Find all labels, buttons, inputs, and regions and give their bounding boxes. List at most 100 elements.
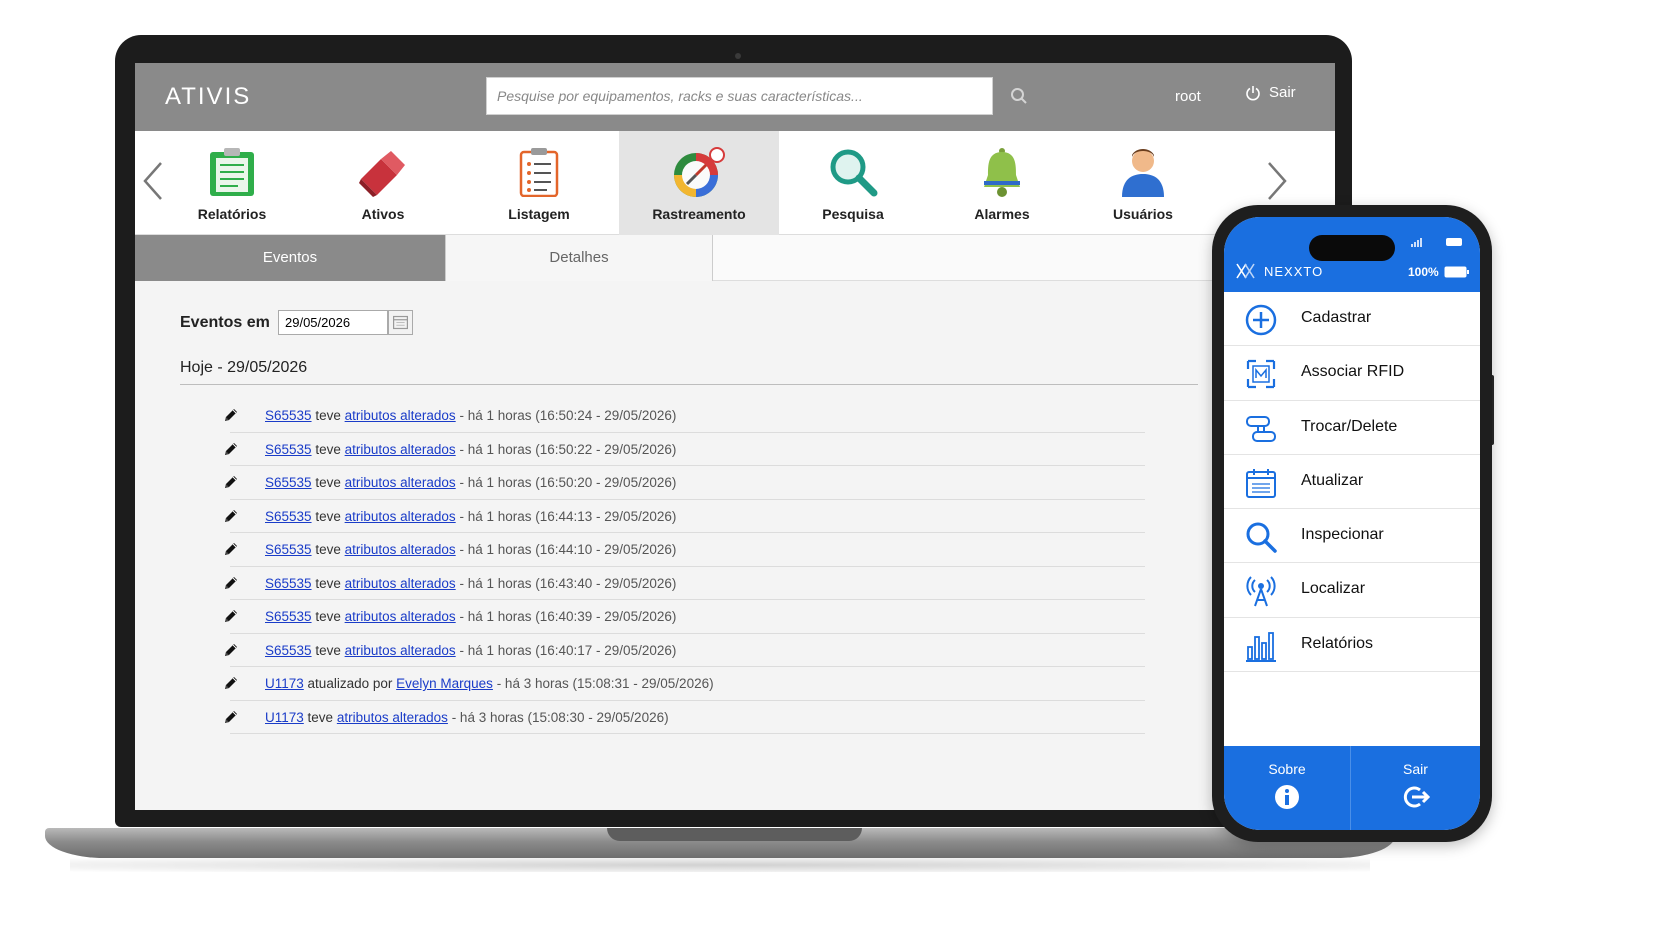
battery-percent: 100% <box>1408 265 1439 279</box>
phone-footer: Sobre Sair <box>1224 746 1480 830</box>
event-timestamp: - há 1 horas (16:44:13 - 29/05/2026) <box>459 508 677 524</box>
event-detail-link[interactable]: atributos alterados <box>337 710 448 725</box>
event-detail-link[interactable]: atributos alterados <box>345 609 456 624</box>
event-row: U1173 teve atributos alterados - há 3 ho… <box>225 701 1145 734</box>
tool-label: Ativos <box>361 206 405 222</box>
calendar-picker-icon[interactable] <box>388 310 413 335</box>
event-detail-link[interactable]: atributos alterados <box>345 576 456 591</box>
pencil-icon <box>225 710 237 723</box>
antenna-icon <box>1246 576 1276 607</box>
asset-link[interactable]: S65535 <box>265 576 312 591</box>
nexxto-logo-icon <box>1236 263 1255 279</box>
menu-item-label: Relatórios <box>1301 634 1374 652</box>
tool-usuarios[interactable]: Usuários <box>1063 131 1223 235</box>
logout-button[interactable]: Sair <box>1245 84 1296 101</box>
bar-chart-icon <box>1246 631 1276 662</box>
day-heading: Hoje - 29/05/2026 <box>180 359 308 376</box>
event-row: S65535 teve atributos alterados - há 1 h… <box>225 634 1145 667</box>
menu-item-cadastrar[interactable]: Cadastrar <box>1224 292 1480 347</box>
event-timestamp: - há 3 horas (15:08:31 - 29/05/2026) <box>496 676 714 691</box>
exit-icon <box>1403 786 1430 808</box>
laptop-shadow <box>70 858 1370 872</box>
app-header: ATIVIS Pesquise por equipamentos, racks … <box>135 63 1335 131</box>
tool-listagem[interactable]: Listagem <box>459 131 619 235</box>
phone-frame: NEXXTO 100% Cadastrar Associar RFID Troc… <box>1212 205 1492 842</box>
tool-label: Pesquisa <box>822 206 884 222</box>
pencil-icon <box>225 643 237 656</box>
pencil-icon <box>225 409 237 421</box>
event-detail-link[interactable]: atributos alterados <box>345 643 456 658</box>
asset-link[interactable]: S65535 <box>265 643 312 658</box>
menu-item-associar-rfid[interactable]: Associar RFID <box>1224 346 1480 401</box>
pencil-icon <box>225 576 237 589</box>
phone-screen: NEXXTO 100% Cadastrar Associar RFID Troc… <box>1224 217 1480 830</box>
menu-item-trocar-delete[interactable]: Trocar/Delete <box>1224 401 1480 455</box>
search-icon[interactable] <box>1010 87 1028 105</box>
asset-link[interactable]: S65535 <box>265 509 312 524</box>
menu-item-label: Localizar <box>1301 580 1366 598</box>
menu-item-relatorios[interactable]: Relatórios <box>1224 618 1480 673</box>
event-row: S65535 teve atributos alterados - há 1 h… <box>225 567 1145 600</box>
tool-alarmes[interactable]: Alarmes <box>922 131 1082 235</box>
current-user[interactable]: root <box>1175 88 1201 105</box>
event-text: U1173 teve atributos alterados - há 3 ho… <box>265 710 669 725</box>
menu-item-localizar[interactable]: Localizar <box>1224 563 1480 618</box>
chevron-right-icon[interactable] <box>1263 159 1289 203</box>
tool-label: Alarmes <box>974 206 1030 222</box>
tool-rastreamento[interactable]: Rastreamento <box>619 131 779 235</box>
tab-detalhes[interactable]: Detalhes <box>445 235 713 281</box>
asset-link[interactable]: U1173 <box>265 710 304 725</box>
pencil-icon <box>225 677 237 689</box>
menu-item-atualizar[interactable]: Atualizar <box>1224 455 1480 510</box>
event-verb: atualizado por <box>307 676 393 691</box>
asset-link[interactable]: S65535 <box>265 542 312 557</box>
event-row: S65535 teve atributos alterados - há 1 h… <box>225 533 1145 567</box>
event-detail-link[interactable]: atributos alterados <box>345 408 456 423</box>
pencil-icon <box>225 509 237 522</box>
menu-item-label: Trocar/Delete <box>1301 417 1398 435</box>
laptop-notch <box>607 828 862 841</box>
tool-label: Relatórios <box>197 206 267 222</box>
tool-relatorios[interactable]: Relatórios <box>152 131 312 235</box>
about-label: Sobre <box>1268 761 1306 777</box>
event-detail-link[interactable]: Evelyn Marques <box>396 676 493 691</box>
menu-item-inspecionar[interactable]: Inspecionar <box>1224 509 1480 564</box>
event-detail-link[interactable]: atributos alterados <box>345 509 456 524</box>
usb-stick-icon <box>359 151 405 197</box>
asset-link[interactable]: S65535 <box>265 408 312 423</box>
asset-link[interactable]: S65535 <box>265 475 312 490</box>
rfid-tag-icon <box>1246 360 1276 389</box>
dynamic-island <box>1309 235 1395 261</box>
asset-link[interactable]: S65535 <box>265 442 312 457</box>
search-input[interactable]: Pesquise por equipamentos, racks e suas … <box>486 77 993 115</box>
search-icon <box>1246 522 1277 553</box>
event-timestamp: - há 1 horas (16:50:24 - 29/05/2026) <box>459 408 677 423</box>
device-mockup: ATIVIS Pesquise por equipamentos, racks … <box>0 0 1672 941</box>
event-detail-link[interactable]: atributos alterados <box>345 542 456 557</box>
event-text: S65535 teve atributos alterados - há 1 h… <box>265 509 676 524</box>
events-panel: Eventos em 29/05/2026 Hoje - 29/05/2026 … <box>135 281 1335 810</box>
event-timestamp: - há 1 horas (16:40:17 - 29/05/2026) <box>459 642 677 658</box>
event-detail-link[interactable]: atributos alterados <box>345 475 456 490</box>
menu-item-label: Associar RFID <box>1301 363 1405 381</box>
magnifier-icon <box>830 149 878 197</box>
event-row: S65535 teve atributos alterados - há 1 h… <box>225 466 1145 500</box>
menu-item-label: Cadastrar <box>1301 309 1372 326</box>
event-list: S65535 teve atributos alterados - há 1 h… <box>225 399 1145 734</box>
event-text: S65535 teve atributos alterados - há 1 h… <box>265 643 676 658</box>
about-button[interactable]: Sobre <box>1224 746 1351 830</box>
event-timestamp: - há 1 horas (16:44:10 - 29/05/2026) <box>459 542 677 557</box>
pencil-icon <box>225 543 237 555</box>
bell-icon <box>984 148 1020 197</box>
exit-button[interactable]: Sair <box>1352 746 1479 830</box>
event-text: S65535 teve atributos alterados - há 1 h… <box>265 576 676 591</box>
tool-ativos[interactable]: Ativos <box>303 131 463 235</box>
event-verb: teve <box>315 542 341 557</box>
event-detail-link[interactable]: atributos alterados <box>345 442 456 457</box>
asset-link[interactable]: S65535 <box>265 609 312 624</box>
asset-link[interactable]: U1173 <box>265 676 304 691</box>
date-field[interactable]: 29/05/2026 <box>278 310 388 335</box>
tab-eventos[interactable]: Eventos <box>135 235 445 281</box>
calendar-icon <box>1246 468 1276 498</box>
tool-pesquisa[interactable]: Pesquisa <box>773 131 933 235</box>
